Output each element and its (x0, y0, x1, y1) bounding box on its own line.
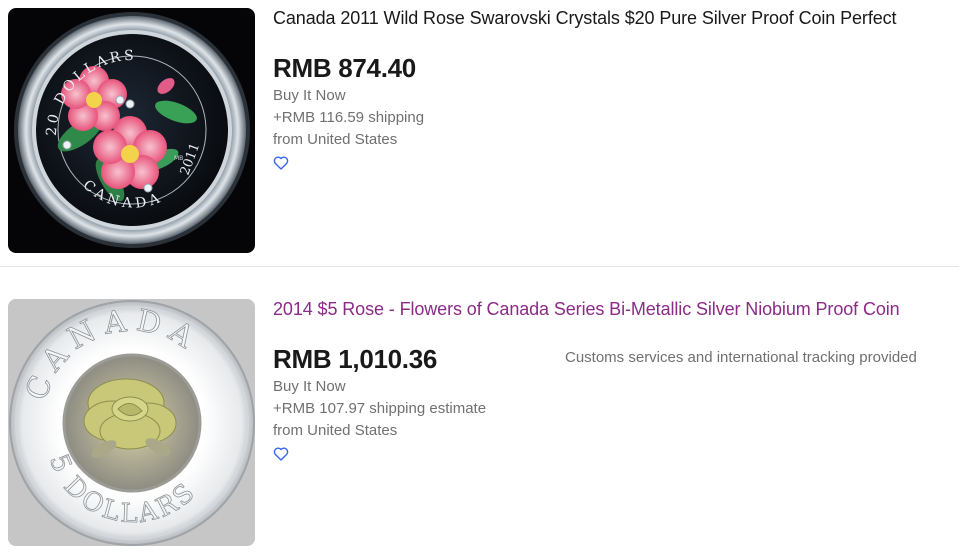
item-info: Canada 2011 Wild Rose Swarovski Crystals… (273, 0, 951, 176)
item-title-link[interactable]: 2014 $5 Rose - Flowers of Canada Series … (273, 298, 951, 320)
item-info: 2014 $5 Rose - Flowers of Canada Series … (273, 290, 951, 467)
search-result-item: CANADA 5 DOLLARS 2014 $5 Rose - Flowers … (0, 290, 959, 554)
item-shipping-cost: +RMB 116.59 shipping (273, 109, 425, 126)
item-price: RMB 874.40 (273, 53, 416, 83)
item-location: from United States (273, 422, 398, 439)
watch-heart-icon[interactable] (273, 446, 289, 462)
item-image-rose-niobium-coin[interactable]: CANADA 5 DOLLARS (8, 299, 255, 546)
listing-divider (0, 266, 959, 267)
watch-heart-icon[interactable] (273, 155, 289, 171)
customs-tracking-note: Customs services and international track… (565, 349, 917, 366)
item-purchase-format: Buy It Now (273, 87, 346, 104)
item-title-link[interactable]: Canada 2011 Wild Rose Swarovski Crystals… (273, 7, 951, 29)
coin-mint-mark: MB (174, 155, 183, 162)
item-shipping-cost: +RMB 107.97 shipping estimate (273, 400, 487, 417)
item-location: from United States (273, 131, 398, 148)
search-result-item: 20 DOLLARS 2011 CANADA MB Canada 2011 Wi… (0, 0, 959, 266)
item-purchase-format: Buy It Now (273, 378, 346, 395)
item-image-wild-rose-coin[interactable]: 20 DOLLARS 2011 CANADA MB (8, 8, 255, 253)
